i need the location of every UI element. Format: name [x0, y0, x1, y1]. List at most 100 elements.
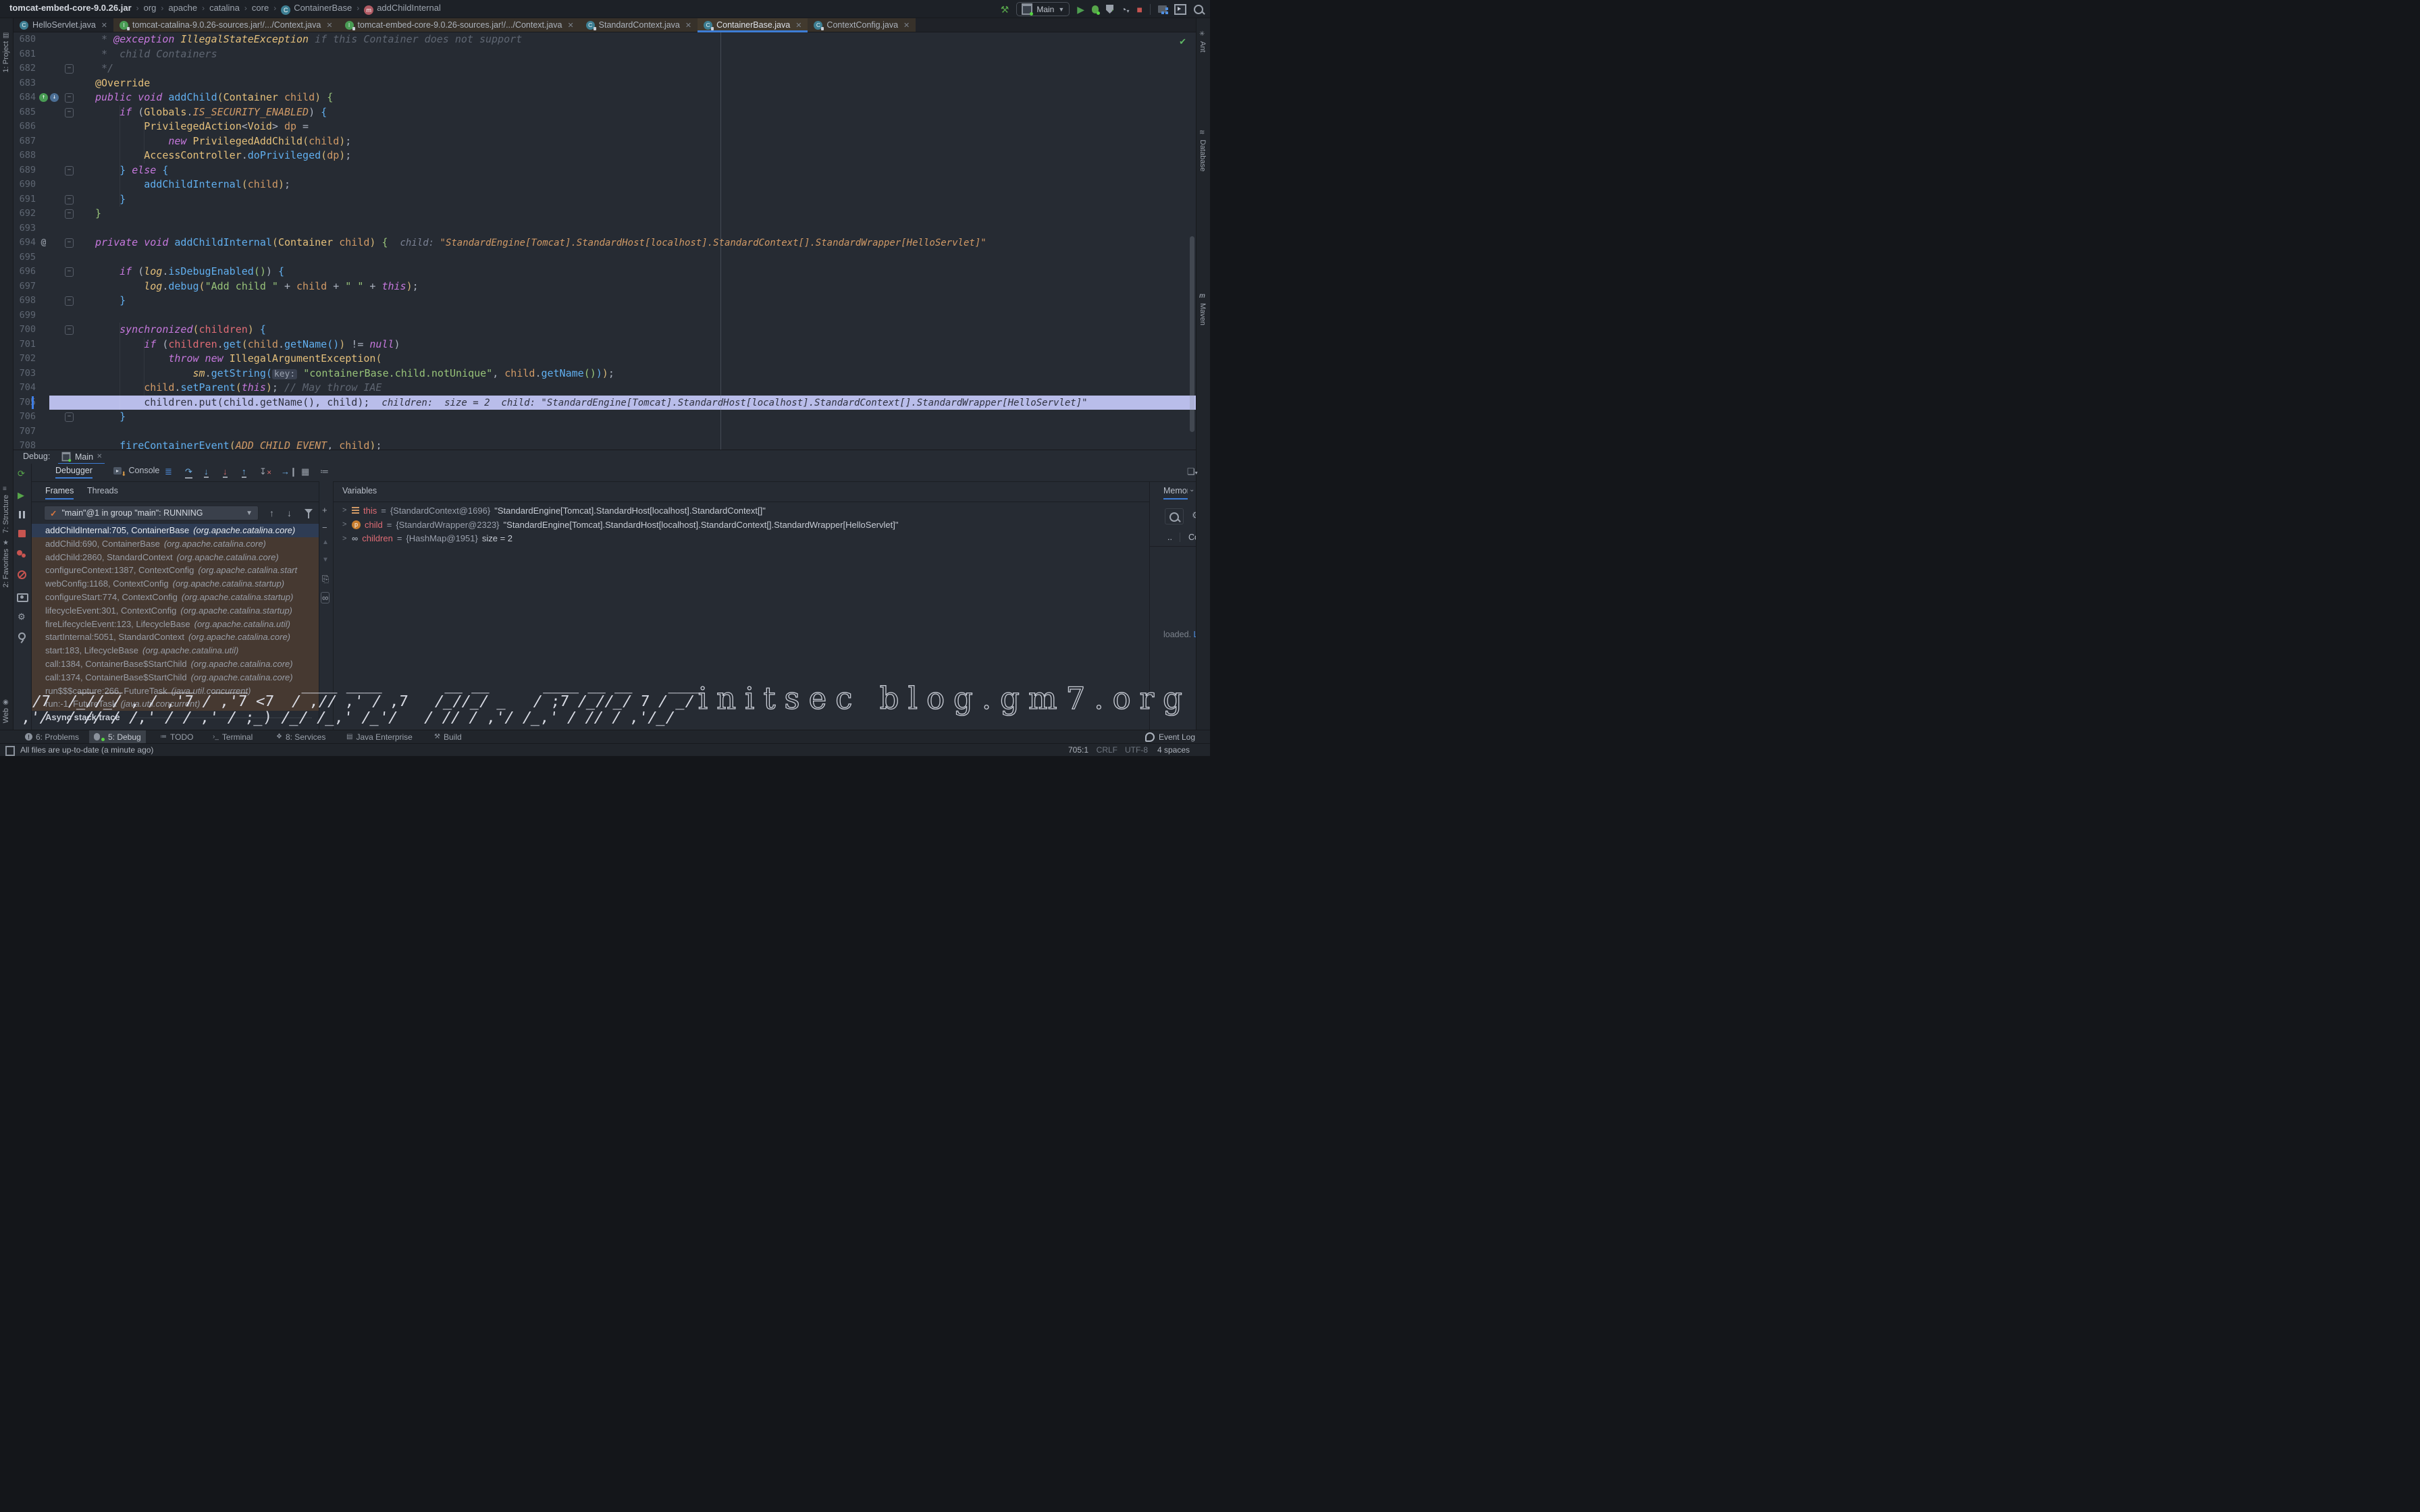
pause-icon[interactable] — [19, 511, 21, 518]
tab-debugger[interactable]: Debugger — [55, 466, 93, 479]
code-line-702[interactable]: 702 throw new IllegalArgumentException( — [14, 352, 1196, 367]
sidebar-item-web[interactable]: Web — [2, 708, 10, 723]
annotation-icon[interactable]: @ — [39, 238, 48, 247]
breadcrumb-item[interactable]: catalina — [209, 3, 240, 13]
rerun-icon[interactable]: ⟳ — [18, 469, 25, 478]
code-line-691[interactable]: 691− } — [14, 192, 1196, 207]
code-line-707[interactable]: 707 — [14, 425, 1196, 439]
code-line-693[interactable]: 693 — [14, 221, 1196, 236]
code-line-698[interactable]: 698− } — [14, 294, 1196, 308]
tab-memory[interactable]: Memory — [1163, 486, 1188, 500]
stack-frame[interactable]: run:-1, FutureTask(java.util.concurrent) — [32, 697, 319, 711]
filter-funnel-icon[interactable] — [305, 509, 313, 514]
code-line-688[interactable]: 688 AccessController.doPrivileged(dp); — [14, 148, 1196, 163]
line-number[interactable]: 702 — [14, 352, 36, 367]
sidebar-item-2-favorites[interactable]: 2: Favorites — [2, 549, 10, 587]
file-encoding[interactable]: UTF-8 — [1125, 745, 1148, 755]
stack-frame[interactable]: startInternal:5051, StandardContext(org.… — [32, 630, 319, 644]
settings-gear-icon[interactable]: ⚙ — [18, 612, 26, 621]
line-number[interactable]: 699 — [14, 308, 36, 323]
breadcrumb-item[interactable]: tomcat-embed-core-9.0.26.jar — [9, 3, 132, 13]
line-number[interactable]: 684 — [14, 90, 36, 105]
toolwindow-button-terminal[interactable]: ›_Terminal — [208, 730, 257, 743]
sidebar-item-1-project[interactable]: 1: Project — [2, 41, 10, 72]
toolwindow-button-6-problems[interactable]: !6: Problems — [20, 730, 84, 743]
profiler-button[interactable]: ◔▾ — [1121, 5, 1129, 14]
toolwindow-button-build[interactable]: ⚒Build — [429, 730, 467, 743]
stack-frame[interactable]: run$$$capture:266, FutureTask(java.util.… — [32, 684, 319, 698]
variable-row-this[interactable]: >this = {StandardContext@1696} "Standard… — [342, 504, 1149, 518]
fold-marker-icon[interactable]: − — [65, 325, 74, 335]
layout-icon[interactable]: ≣ — [165, 466, 172, 477]
debug-button[interactable] — [1092, 5, 1099, 14]
line-number[interactable]: 706 — [14, 410, 36, 425]
tab-frames[interactable]: Frames — [45, 486, 74, 500]
code-line-708[interactable]: 708 fireContainerEvent(ADD_CHILD_EVENT, … — [14, 439, 1196, 450]
line-number[interactable]: 689 — [14, 163, 36, 178]
code-line-704[interactable]: 704 child.setParent(this); // May throw … — [14, 381, 1196, 396]
stack-frame[interactable]: call:1384, ContainerBase$StartChild(org.… — [32, 657, 319, 671]
breadcrumb-item[interactable]: apache — [168, 3, 197, 13]
line-number[interactable]: 694 — [14, 236, 36, 250]
stack-frame[interactable]: addChild:2860, StandardContext(org.apach… — [32, 551, 319, 564]
code-line-686[interactable]: 686 PrivilegedAction<Void> dp = — [14, 119, 1196, 134]
code-editor[interactable]: 680 * @exception IllegalStateException i… — [14, 32, 1196, 450]
run-anything-icon[interactable] — [1174, 4, 1186, 15]
line-number[interactable]: 687 — [14, 134, 36, 149]
fold-marker-icon[interactable]: − — [65, 166, 74, 176]
step-out-icon[interactable]: ↑ — [242, 466, 246, 478]
line-number[interactable]: 693 — [14, 221, 36, 236]
sidebar-item-database[interactable]: Database — [1199, 140, 1207, 171]
move-down-icon[interactable]: ▼ — [322, 557, 329, 564]
search-everywhere-icon[interactable] — [1194, 5, 1203, 14]
line-number[interactable]: 691 — [14, 192, 36, 207]
line-number[interactable]: 700 — [14, 323, 36, 338]
breadcrumb-item[interactable]: ContainerBase — [294, 3, 352, 13]
code-line-690[interactable]: 690 addChildInternal(child); — [14, 178, 1196, 192]
expand-chevron-icon[interactable]: > — [342, 535, 348, 543]
close-icon[interactable]: ✕ — [101, 21, 107, 30]
coverage-button[interactable] — [1106, 5, 1113, 14]
sidebar-item-7-structure[interactable]: 7: Structure — [2, 495, 10, 533]
move-up-icon[interactable]: ▲ — [322, 539, 329, 546]
step-over-icon[interactable]: ↷ — [185, 466, 192, 479]
close-icon[interactable]: ✕ — [795, 21, 801, 30]
variable-row-children[interactable]: >∞children = {HashMap@1951} size = 2 — [342, 531, 1149, 545]
line-number[interactable]: 686 — [14, 119, 36, 134]
stack-frame[interactable]: call:1374, ContainerBase$StartChild(org.… — [32, 671, 319, 684]
thread-dump-icon[interactable] — [17, 593, 28, 602]
code-line-687[interactable]: 687 new PrivilegedAddChild(child); — [14, 134, 1196, 149]
code-line-685[interactable]: 685− if (Globals.IS_SECURITY_ENABLED) { — [14, 105, 1196, 120]
toolwindow-button-8-services[interactable]: ❖8: Services — [271, 730, 330, 743]
line-number[interactable]: 696 — [14, 265, 36, 279]
toolwindow-button-5-debug[interactable]: 5: Debug — [89, 730, 146, 743]
evaluate-expression-icon[interactable]: ▦ — [301, 466, 309, 477]
close-icon[interactable]: ✕ — [326, 21, 332, 30]
tab-threads[interactable]: Threads — [87, 486, 118, 495]
code-line-700[interactable]: 700− synchronized(children) { — [14, 323, 1196, 338]
fold-marker-icon[interactable]: − — [65, 238, 74, 248]
run-config-chip[interactable]: Main ▼ — [1016, 2, 1070, 16]
fold-marker-icon[interactable]: − — [65, 108, 74, 117]
line-number[interactable]: 703 — [14, 367, 36, 381]
line-number[interactable]: 698 — [14, 294, 36, 308]
sidebar-item-ant[interactable]: Ant — [1199, 41, 1207, 53]
fold-marker-icon[interactable]: − — [65, 93, 74, 103]
fold-marker-icon[interactable]: − — [65, 267, 74, 277]
stack-frame[interactable]: addChildInternal:705, ContainerBase(org.… — [32, 524, 319, 537]
line-number[interactable]: 692 — [14, 207, 36, 221]
close-icon[interactable]: ✕ — [97, 453, 102, 460]
code-line-703[interactable]: 703 sm.getString(key: "containerBase.chi… — [14, 367, 1196, 381]
close-icon[interactable]: ✕ — [567, 21, 573, 30]
thread-dropdown[interactable]: ✓ "main"@1 in group "main": RUNNING ▼ — [44, 506, 259, 520]
toolwindow-button-todo[interactable]: ≔TODO — [155, 730, 198, 743]
tab-standardcontext-java[interactable]: CStandardContext.java✕ — [580, 18, 698, 32]
code-line-705[interactable]: 705 children.put(child.getName(), child)… — [14, 396, 1196, 410]
toolwindow-button-java-enterprise[interactable]: ▤Java Enterprise — [342, 730, 417, 743]
code-line-699[interactable]: 699 — [14, 308, 1196, 323]
debug-session-tab[interactable]: Main ✕ — [58, 450, 105, 464]
caret-position[interactable]: 705:1 — [1068, 745, 1088, 755]
code-line-695[interactable]: 695 — [14, 250, 1196, 265]
resume-icon[interactable]: ▶ — [18, 491, 24, 500]
code-line-683[interactable]: 683@Override — [14, 76, 1196, 91]
